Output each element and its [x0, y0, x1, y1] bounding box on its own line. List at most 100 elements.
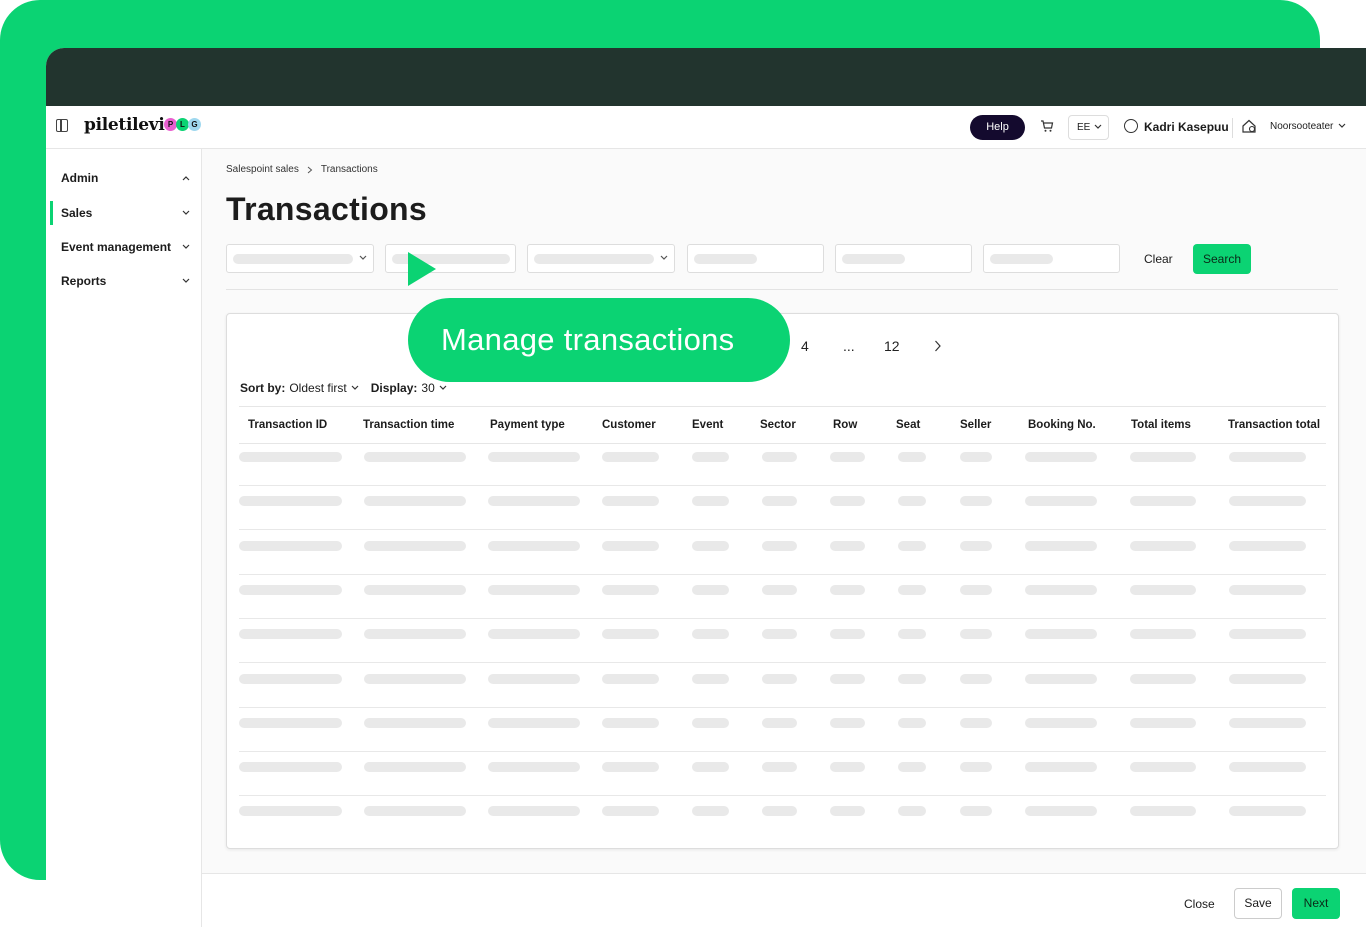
chevron-right-icon[interactable] — [934, 340, 942, 352]
filter-input-3[interactable] — [835, 244, 972, 273]
sidebar-item-label: Admin — [61, 171, 99, 185]
sidebar-item-event-management[interactable]: Event management — [50, 235, 194, 259]
skeleton-cell — [602, 496, 659, 507]
skeleton-cell — [1229, 717, 1306, 728]
column-seller[interactable]: Seller — [960, 419, 991, 431]
skeleton-cell — [1130, 762, 1196, 773]
chevron-down-icon[interactable] — [351, 385, 359, 391]
table-row[interactable] — [239, 531, 1326, 575]
skeleton-cell — [488, 629, 580, 640]
skeleton-cell — [364, 806, 466, 817]
skeleton-cell — [1025, 540, 1097, 551]
skeleton-cell — [898, 806, 926, 817]
save-button[interactable]: Save — [1234, 888, 1282, 919]
chevron-up-icon — [182, 176, 190, 181]
skeleton-cell — [239, 496, 342, 507]
skeleton-cell — [692, 584, 729, 595]
column-booking-no[interactable]: Booking No. — [1028, 419, 1096, 431]
skeleton-cell — [830, 673, 865, 684]
table-row[interactable] — [239, 575, 1326, 619]
sidebar-item-admin[interactable]: Admin — [50, 166, 194, 190]
column-transaction-total[interactable]: Transaction total — [1228, 419, 1320, 431]
search-button[interactable]: Search — [1193, 244, 1251, 274]
skeleton-cell — [1229, 629, 1306, 640]
table-row[interactable] — [239, 619, 1326, 664]
column-total-items[interactable]: Total items — [1131, 419, 1191, 431]
chevron-down-icon — [182, 210, 190, 215]
skeleton-cell — [830, 717, 865, 728]
chevron-down-icon[interactable] — [439, 385, 447, 391]
column-event[interactable]: Event — [692, 419, 723, 431]
filter-select-2[interactable] — [527, 244, 675, 273]
table-row[interactable] — [239, 486, 1326, 531]
skeleton-cell — [239, 673, 342, 684]
skeleton-cell — [830, 452, 865, 462]
table-header: Transaction ID Transaction time Payment … — [239, 406, 1326, 444]
skeleton-cell — [960, 540, 992, 551]
skeleton-bar — [842, 254, 905, 264]
pagination-page-4[interactable]: 4 — [801, 338, 809, 354]
chevron-right-icon — [307, 166, 313, 173]
pagination-page-12[interactable]: 12 — [884, 338, 900, 354]
skeleton-cell — [762, 452, 797, 462]
skeleton-cell — [602, 717, 659, 728]
user-name[interactable]: Kadri Kasepuu — [1144, 120, 1229, 134]
filter-input-2[interactable] — [687, 244, 824, 273]
skeleton-cell — [898, 452, 926, 462]
filter-input-4[interactable] — [983, 244, 1120, 273]
skeleton-cell — [364, 673, 466, 684]
skeleton-cell — [1229, 673, 1306, 684]
sidebar-item-reports[interactable]: Reports — [50, 269, 194, 293]
topbar-divider — [1232, 118, 1233, 138]
filter-input-1[interactable] — [385, 244, 516, 273]
sidebar-toggle-icon[interactable] — [56, 119, 68, 132]
skeleton-cell — [898, 496, 926, 507]
skeleton-cell — [602, 806, 659, 817]
column-payment-type[interactable]: Payment type — [490, 419, 565, 431]
skeleton-cell — [1229, 452, 1306, 462]
close-button[interactable]: Close — [1184, 897, 1215, 911]
piletilevi-logo[interactable]: piletilevi — [84, 115, 165, 135]
skeleton-cell — [830, 762, 865, 773]
column-transaction-time[interactable]: Transaction time — [363, 419, 454, 431]
column-transaction-id[interactable]: Transaction ID — [248, 419, 327, 431]
chevron-down-icon[interactable] — [1338, 123, 1346, 129]
filter-select-1[interactable] — [226, 244, 374, 273]
clear-button[interactable]: Clear — [1144, 252, 1173, 266]
pagination-ellipsis: ... — [843, 338, 855, 354]
table-row[interactable] — [239, 708, 1326, 752]
cart-icon[interactable] — [1040, 119, 1054, 133]
table-row[interactable] — [239, 796, 1326, 840]
breadcrumb-parent[interactable]: Salespoint sales — [226, 164, 299, 175]
filter-divider — [226, 289, 1338, 290]
skeleton-cell — [960, 584, 992, 595]
skeleton-cell — [1130, 584, 1196, 595]
language-select[interactable]: EE — [1068, 115, 1109, 140]
column-customer[interactable]: Customer — [602, 419, 656, 431]
column-sector[interactable]: Sector — [760, 419, 796, 431]
skeleton-cell — [1130, 806, 1196, 817]
column-seat[interactable]: Seat — [896, 419, 920, 431]
skeleton-cell — [1229, 540, 1306, 551]
skeleton-cell — [692, 762, 729, 773]
skeleton-bar — [990, 254, 1053, 264]
table-row[interactable] — [239, 752, 1326, 797]
skeleton-cell — [239, 629, 342, 640]
table-row[interactable] — [239, 442, 1326, 486]
help-button[interactable]: Help — [970, 115, 1025, 140]
skeleton-cell — [239, 806, 342, 817]
skeleton-cell — [364, 717, 466, 728]
skeleton-cell — [1229, 806, 1306, 817]
display-value[interactable]: 30 — [421, 381, 434, 395]
venue-select[interactable]: Noorsooteater — [1270, 121, 1333, 132]
sidebar-item-sales[interactable]: Sales — [50, 201, 194, 225]
skeleton-cell — [898, 673, 926, 684]
skeleton-cell — [960, 496, 992, 507]
skeleton-cell — [692, 629, 729, 640]
user-icon[interactable] — [1124, 119, 1138, 133]
skeleton-cell — [960, 452, 992, 462]
next-button[interactable]: Next — [1292, 888, 1340, 919]
column-row[interactable]: Row — [833, 419, 857, 431]
table-row[interactable] — [239, 664, 1326, 708]
sort-value[interactable]: Oldest first — [289, 381, 346, 395]
